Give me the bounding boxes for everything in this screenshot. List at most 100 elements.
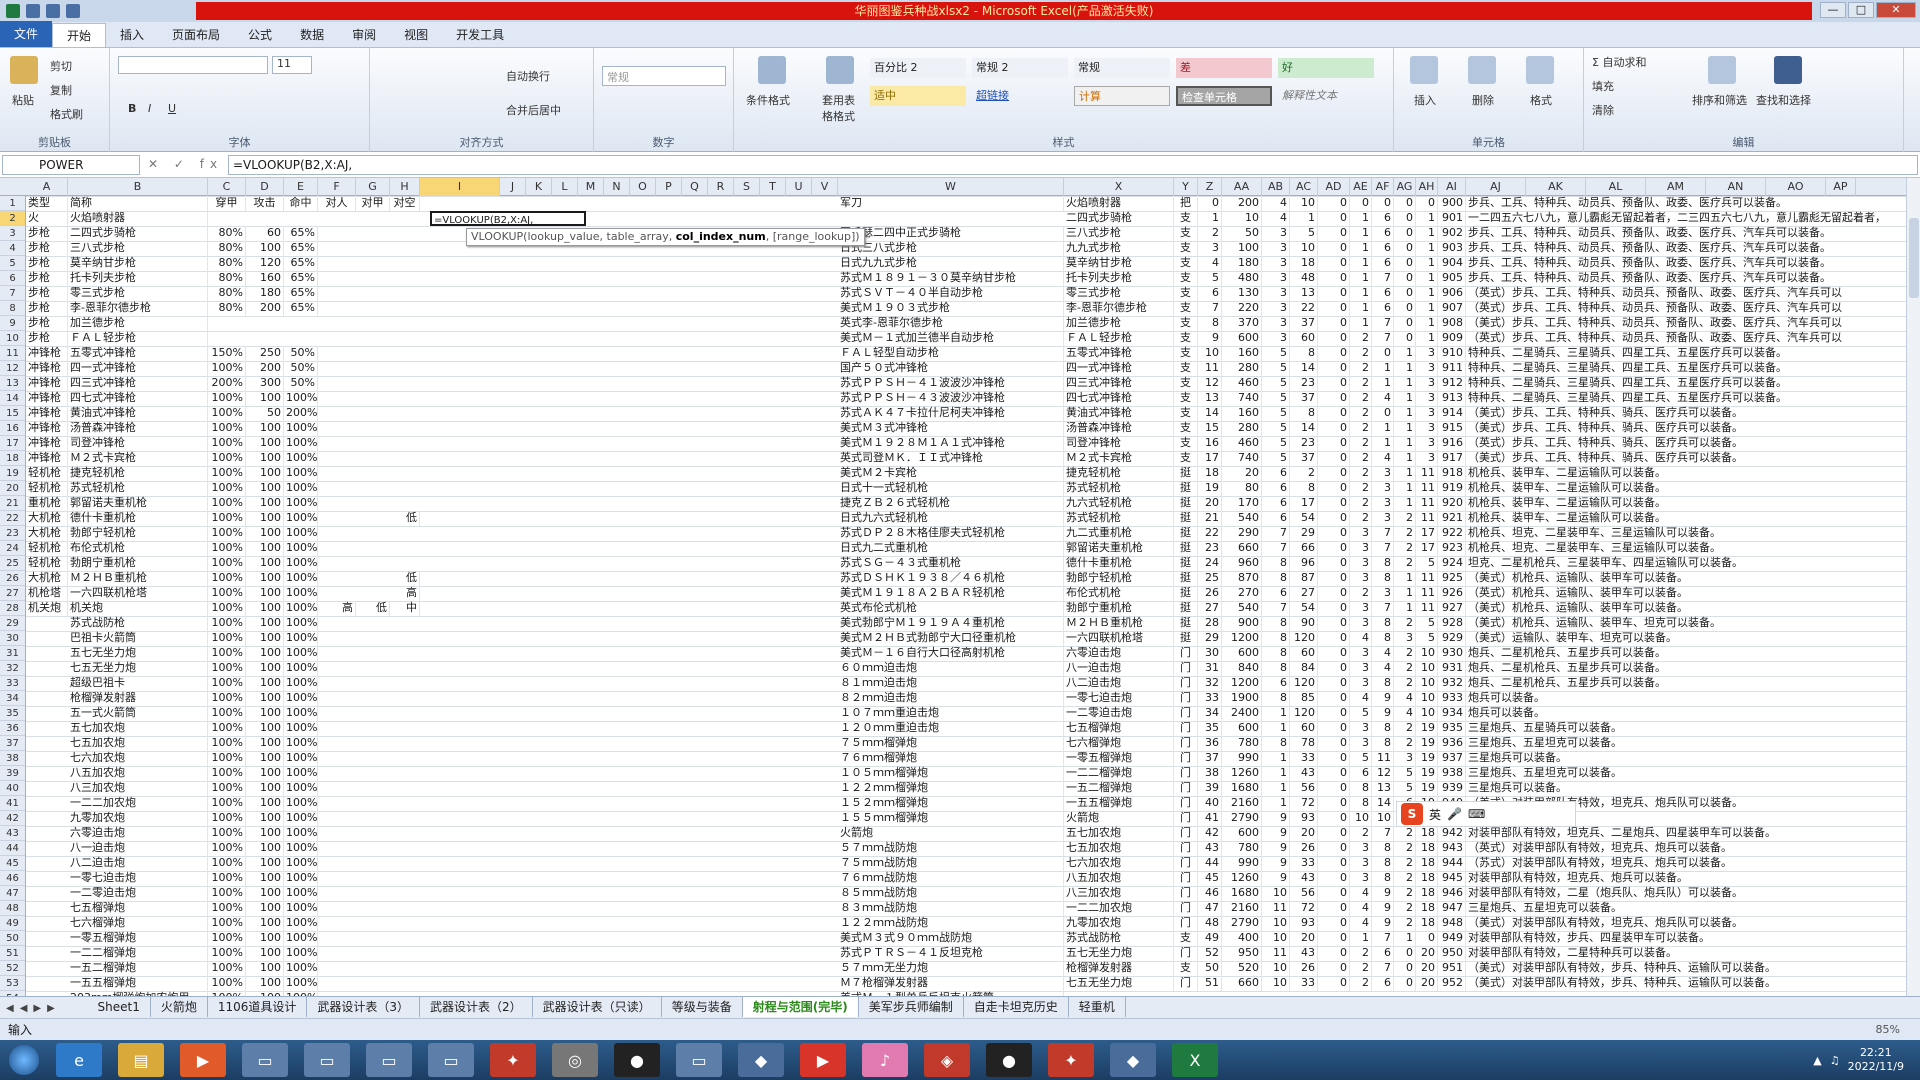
cell-ad[interactable]: 0: [1318, 901, 1350, 916]
cell-ae[interactable]: 1: [1350, 241, 1372, 256]
cell-x[interactable]: 九零加农炮: [1064, 916, 1174, 931]
cell-ag[interactable]: 2: [1394, 721, 1416, 736]
cell-ae[interactable]: 2: [1350, 331, 1372, 346]
cell-aa[interactable]: 2790: [1222, 811, 1262, 826]
cell-aj[interactable]: （英式）对装甲部队有特效，坦克兵、炮兵可以装备。: [1466, 841, 1906, 856]
row-header[interactable]: 2: [0, 211, 25, 226]
cell-ac[interactable]: 20: [1290, 931, 1318, 946]
cell-b[interactable]: 三八式步枪: [68, 241, 208, 256]
cell-y[interactable]: 门: [1174, 856, 1198, 871]
cell-ah[interactable]: 18: [1416, 856, 1438, 871]
cell-z[interactable]: 19: [1198, 481, 1222, 496]
cell-aa[interactable]: 740: [1222, 451, 1262, 466]
cell-ah[interactable]: 1: [1416, 256, 1438, 271]
cell-ac[interactable]: 78: [1290, 736, 1318, 751]
cell-w[interactable]: 美式Ｍ１９０３式步枪: [838, 301, 1064, 316]
cell-z[interactable]: 33: [1198, 691, 1222, 706]
cell-ad[interactable]: 0: [1318, 661, 1350, 676]
column-header-af[interactable]: AF: [1372, 178, 1394, 196]
cell-ae[interactable]: 2: [1350, 376, 1372, 391]
cell-c[interactable]: 80%: [208, 241, 246, 256]
cell-e[interactable]: 100%: [284, 526, 318, 541]
cell-w[interactable]: 日式十一式轻机枪: [838, 481, 1064, 496]
cell-y[interactable]: 门: [1174, 661, 1198, 676]
cell-aa[interactable]: 10: [1222, 211, 1262, 226]
row-header[interactable]: 44: [0, 841, 25, 856]
cell-aa[interactable]: 280: [1222, 421, 1262, 436]
cell-b[interactable]: 简称: [68, 196, 208, 211]
cell-w[interactable]: ６０ｍｍ迫击炮: [838, 661, 1064, 676]
cell-y[interactable]: 挺: [1174, 481, 1198, 496]
cell-ad[interactable]: 0: [1318, 736, 1350, 751]
cell-c[interactable]: 100%: [208, 571, 246, 586]
cell-ah[interactable]: 19: [1416, 766, 1438, 781]
cell-ai[interactable]: 927: [1438, 601, 1466, 616]
row-header[interactable]: 41: [0, 796, 25, 811]
cell-w[interactable]: １２０ｍｍ重迫击炮: [838, 721, 1064, 736]
cell-aa[interactable]: 540: [1222, 601, 1262, 616]
cell-ag[interactable]: 3: [1394, 631, 1416, 646]
cell-ae[interactable]: 2: [1350, 361, 1372, 376]
app-icon[interactable]: ♪: [862, 1043, 908, 1077]
cell-aa[interactable]: 660: [1222, 541, 1262, 556]
cell-ab[interactable]: 8: [1262, 736, 1290, 751]
row-header[interactable]: 15: [0, 406, 25, 421]
cell-ae[interactable]: 6: [1350, 766, 1372, 781]
cell-ah[interactable]: 18: [1416, 916, 1438, 931]
cell-ah[interactable]: 0: [1416, 931, 1438, 946]
cell-z[interactable]: 0: [1198, 196, 1222, 211]
cell-d[interactable]: 100: [246, 916, 284, 931]
cell-ad[interactable]: 0: [1318, 631, 1350, 646]
cell-ae[interactable]: 2: [1350, 946, 1372, 961]
cell-c[interactable]: 200%: [208, 376, 246, 391]
cell-ab[interactable]: 8: [1262, 661, 1290, 676]
cell-e[interactable]: 100%: [284, 871, 318, 886]
cell-d[interactable]: 100: [246, 811, 284, 826]
cell-ac[interactable]: 8: [1290, 346, 1318, 361]
row-header[interactable]: 17: [0, 436, 25, 451]
cell-z[interactable]: 49: [1198, 931, 1222, 946]
cell-ac[interactable]: 93: [1290, 811, 1318, 826]
row-header[interactable]: 37: [0, 736, 25, 751]
cell-d[interactable]: 100: [246, 646, 284, 661]
column-header-al[interactable]: AL: [1586, 178, 1646, 196]
cell-x[interactable]: 七六加农炮: [1064, 856, 1174, 871]
cell-ae[interactable]: 2: [1350, 451, 1372, 466]
cell-ag[interactable]: 0: [1394, 211, 1416, 226]
cell-b[interactable]: 勃朗宁重机枪: [68, 556, 208, 571]
vertical-scrollbar[interactable]: [1906, 178, 1920, 996]
start-button[interactable]: [0, 1040, 48, 1080]
row-header[interactable]: 3: [0, 226, 25, 241]
paste-button[interactable]: 粘贴: [12, 92, 34, 108]
cell-b[interactable]: 八五加农炮: [68, 766, 208, 781]
cell-ag[interactable]: 0: [1394, 241, 1416, 256]
row-header[interactable]: 36: [0, 721, 25, 736]
cell-aa[interactable]: 100: [1222, 241, 1262, 256]
cell-aa[interactable]: 460: [1222, 376, 1262, 391]
cell-z[interactable]: 20: [1198, 496, 1222, 511]
column-header-p[interactable]: P: [656, 178, 682, 196]
cell-ad[interactable]: 0: [1318, 811, 1350, 826]
tab-review[interactable]: 审阅: [338, 23, 390, 47]
cell-e[interactable]: 200%: [284, 406, 318, 421]
close-button[interactable]: ✕: [1876, 2, 1916, 18]
cell-aa[interactable]: 400: [1222, 931, 1262, 946]
cell-w[interactable]: ８２ｍｍ迫击炮: [838, 691, 1064, 706]
cell-w[interactable]: 国毛瑟二四中正式步骑枪: [838, 226, 1064, 241]
cell-w[interactable]: ７６ｍｍ榴弹炮: [838, 751, 1064, 766]
cell-x[interactable]: 一五五榴弹炮: [1064, 796, 1174, 811]
cell-x[interactable]: 苏式轻机枪: [1064, 481, 1174, 496]
cell-z[interactable]: 21: [1198, 511, 1222, 526]
cell-b[interactable]: 司登冲锋枪: [68, 436, 208, 451]
cell-d[interactable]: 100: [246, 571, 284, 586]
cell-ad[interactable]: 0: [1318, 406, 1350, 421]
cell-b[interactable]: 一五五榴弹炮: [68, 976, 208, 991]
formula-buttons[interactable]: ✕ ✓ fx: [148, 157, 223, 171]
tab-formulas[interactable]: 公式: [234, 23, 286, 47]
cell-z[interactable]: 13: [1198, 391, 1222, 406]
cell-d[interactable]: 200: [246, 301, 284, 316]
row-header[interactable]: 52: [0, 961, 25, 976]
cell-w[interactable]: 苏式ＤＳＨＫ１９３８／４６机枪: [838, 571, 1064, 586]
cell-ai[interactable]: 930: [1438, 646, 1466, 661]
cell-w[interactable]: 美式Ｍ１９１８Ａ２ＢＡＲ轻机枪: [838, 586, 1064, 601]
